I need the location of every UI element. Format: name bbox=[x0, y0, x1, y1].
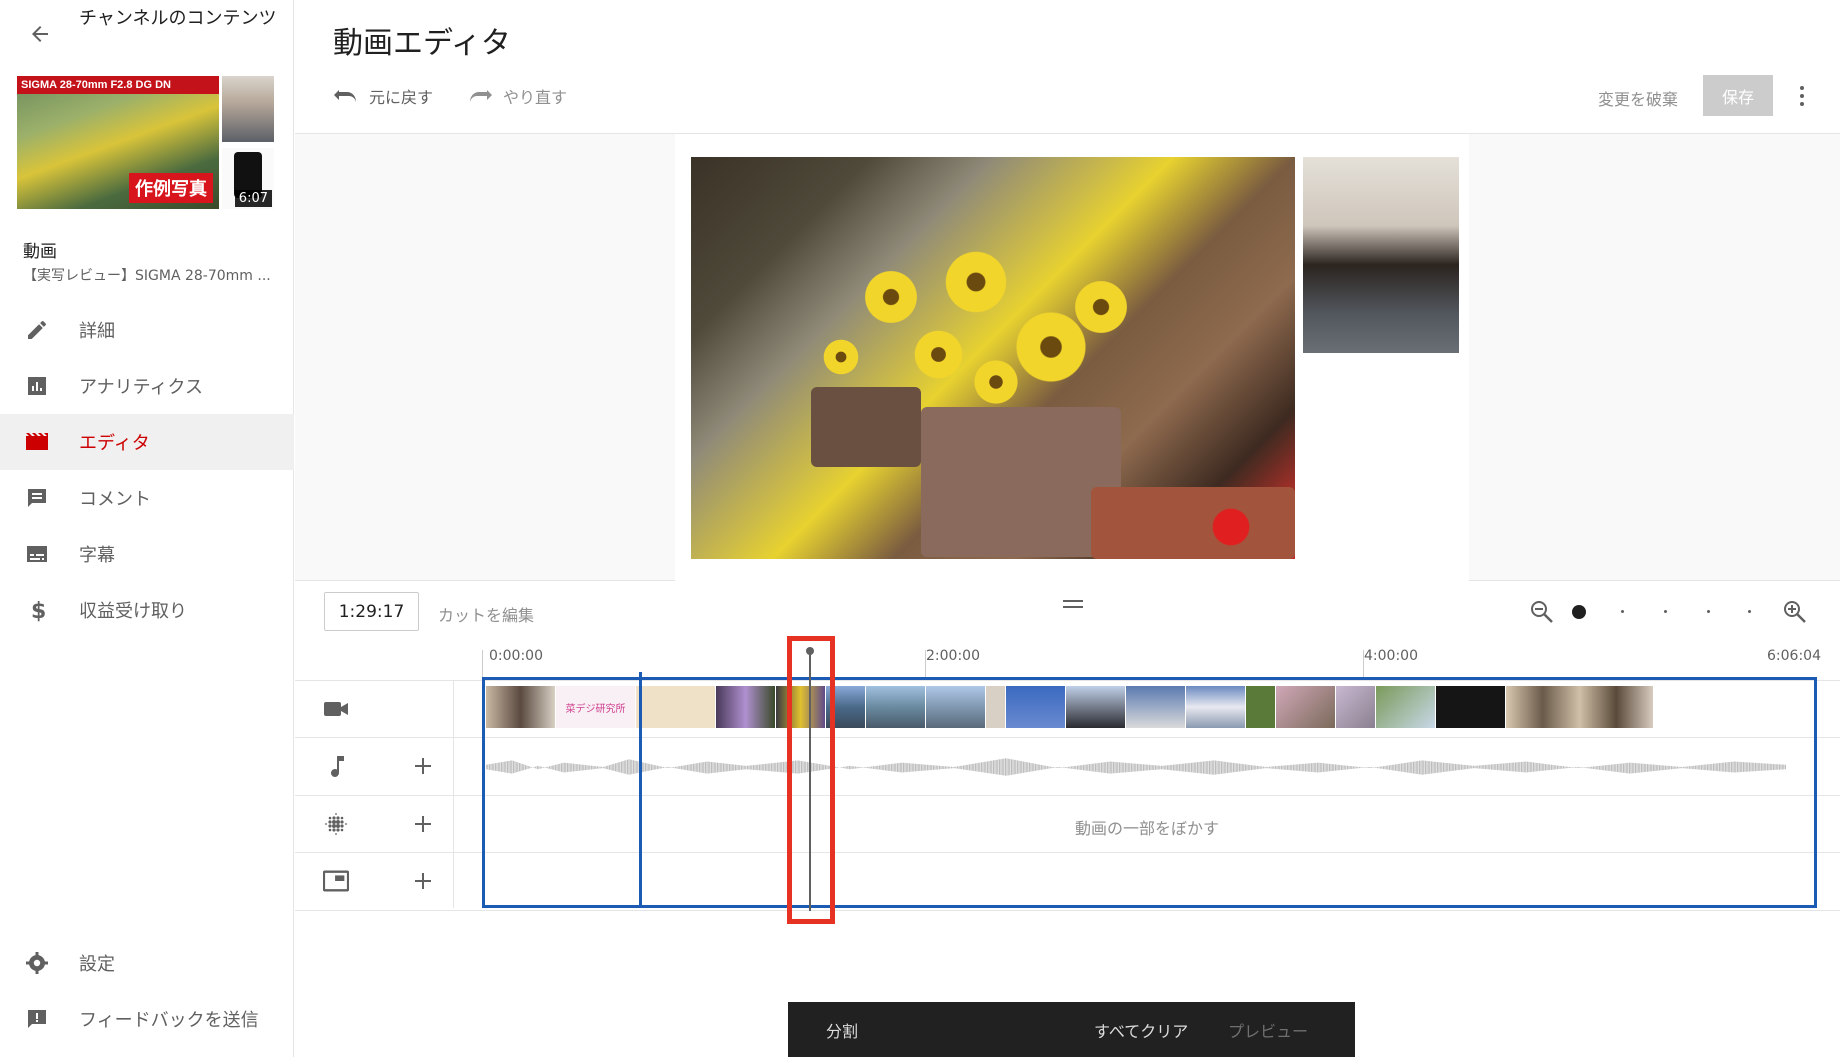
blur-icon bbox=[323, 811, 349, 837]
playhead[interactable] bbox=[809, 651, 811, 911]
zoom-in-icon[interactable] bbox=[1782, 599, 1808, 629]
ruler-label-2h: 2:00:00 bbox=[926, 648, 980, 664]
sidebar-item-feedback[interactable]: フィードバックを送信 bbox=[0, 991, 294, 1047]
sidebar-item-details[interactable]: 詳細 bbox=[0, 302, 294, 358]
sidebar-item-monetization[interactable]: $ 収益受け取り bbox=[0, 582, 294, 638]
sidebar-item-label: エディタ bbox=[79, 433, 150, 454]
discard-changes-button[interactable]: 変更を破棄 bbox=[1598, 86, 1678, 110]
playhead-highlight bbox=[787, 636, 835, 924]
cut-marker[interactable] bbox=[639, 672, 642, 908]
pencil-icon bbox=[24, 317, 50, 343]
video-label: 動画 bbox=[23, 242, 57, 262]
thumbnail-tag: 作例写真 bbox=[129, 173, 213, 203]
sidebar-item-analytics[interactable]: アナリティクス bbox=[0, 358, 294, 414]
save-button[interactable]: 保存 bbox=[1703, 75, 1773, 116]
clear-all-button[interactable]: すべてクリア bbox=[1094, 1018, 1188, 1042]
sidebar-item-comments[interactable]: コメント bbox=[0, 470, 294, 526]
feedback-icon bbox=[24, 1006, 50, 1032]
sidebar-item-settings[interactable]: 設定 bbox=[0, 935, 294, 991]
sidebar-item-subtitles[interactable]: 字幕 bbox=[0, 526, 294, 582]
duration-badge: 6:07 bbox=[234, 190, 272, 207]
preview-button[interactable]: プレビュー bbox=[1228, 1018, 1308, 1042]
thumbnail-person bbox=[222, 76, 274, 142]
analytics-icon bbox=[24, 373, 50, 399]
arrow-back-icon bbox=[32, 26, 48, 42]
resize-handle-icon[interactable] bbox=[1063, 600, 1083, 608]
add-blur-icon[interactable] bbox=[411, 812, 435, 836]
sidebar-item-label: フィードバックを送信 bbox=[79, 1010, 259, 1031]
thumbnail-lens: 6:07 bbox=[222, 148, 274, 209]
dollar-icon: $ bbox=[24, 597, 50, 623]
ruler-label-end: 6:06:04 bbox=[1767, 648, 1821, 664]
comment-icon bbox=[24, 485, 50, 511]
preview-video[interactable] bbox=[691, 157, 1295, 559]
action-bar: 分割 すべてクリア プレビュー bbox=[788, 1002, 1355, 1057]
redo-icon bbox=[470, 90, 492, 102]
clapperboard-icon bbox=[24, 429, 50, 455]
video-thumbnail[interactable]: SIGMA 28-70mm F2.8 DG DN 作例写真 bbox=[17, 76, 219, 209]
undo-icon bbox=[334, 90, 356, 102]
page-title: 動画エディタ bbox=[333, 26, 511, 61]
add-end-screen-icon[interactable] bbox=[411, 869, 435, 893]
sidebar-item-label: アナリティクス bbox=[79, 377, 204, 398]
sidebar-item-editor[interactable]: エディタ bbox=[0, 414, 294, 470]
timeline-range[interactable] bbox=[482, 677, 1817, 908]
subtitles-icon bbox=[24, 541, 50, 567]
zoom-slider-knob[interactable] bbox=[1572, 605, 1586, 619]
video-title: 【実写レビュー】SIGMA 28-70mm ... bbox=[23, 268, 271, 284]
music-note-icon bbox=[323, 753, 349, 779]
preview-overlay-person bbox=[1303, 157, 1459, 353]
more-options-icon[interactable] bbox=[1790, 80, 1814, 112]
preview-frame bbox=[675, 134, 1469, 582]
preview-area bbox=[295, 133, 1840, 582]
end-screen-icon bbox=[323, 868, 349, 894]
sidebar-item-label: 収益受け取り bbox=[79, 601, 187, 622]
edit-cut-button[interactable]: カットを編集 bbox=[438, 602, 534, 626]
gear-icon bbox=[24, 950, 50, 976]
channel-content-title: チャンネルのコンテンツ bbox=[79, 8, 277, 29]
sidebar: チャンネルのコンテンツ SIGMA 28-70mm F2.8 DG DN 作例写… bbox=[0, 0, 294, 1057]
redo-button[interactable]: やり直す bbox=[467, 80, 567, 112]
undo-button[interactable]: 元に戻す bbox=[333, 80, 433, 112]
back-button[interactable] bbox=[20, 14, 60, 54]
split-button[interactable]: 分割 bbox=[826, 1018, 858, 1042]
video-track-icon bbox=[323, 696, 349, 722]
svg-text:$: $ bbox=[31, 599, 46, 622]
ruler-label-4h: 4:00:00 bbox=[1364, 648, 1418, 664]
zoom-slider[interactable] bbox=[1572, 605, 1751, 619]
zoom-out-icon[interactable] bbox=[1529, 599, 1555, 629]
sidebar-item-label: 詳細 bbox=[79, 321, 115, 342]
main-editor: 動画エディタ 元に戻す やり直す 変更を破棄 保存 1:29:17 カットを編集… bbox=[295, 0, 1840, 1057]
thumbnail-banner: SIGMA 28-70mm F2.8 DG DN bbox=[17, 76, 219, 94]
ruler-label-start: 0:00:00 bbox=[489, 648, 543, 664]
playhead-handle[interactable] bbox=[806, 647, 814, 655]
undo-label: 元に戻す bbox=[369, 88, 434, 107]
add-audio-icon[interactable] bbox=[411, 754, 435, 778]
sidebar-item-label: 設定 bbox=[79, 954, 115, 975]
sidebar-item-label: コメント bbox=[79, 489, 151, 510]
sidebar-item-label: 字幕 bbox=[79, 545, 115, 566]
timecode-input[interactable]: 1:29:17 bbox=[324, 592, 419, 631]
redo-label: やり直す bbox=[503, 88, 568, 107]
